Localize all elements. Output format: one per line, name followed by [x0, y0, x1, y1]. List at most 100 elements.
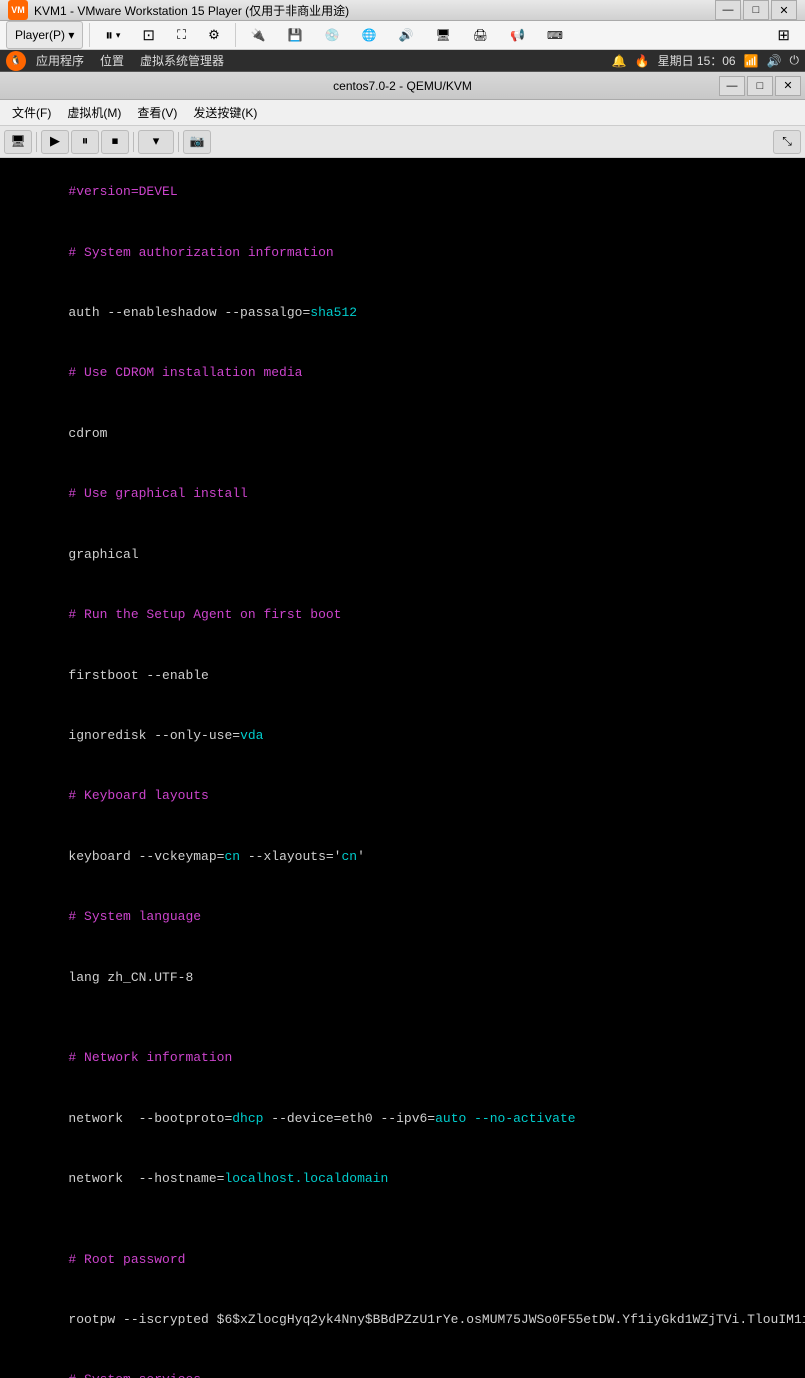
guest-app-menu: 🐧 应用程序 位置 虚拟系统管理器 [6, 50, 230, 71]
kvm-stop-icon: ⏹ [112, 134, 119, 149]
guest-taskbar-right: 🔔 🔥 星期日 15：06 📶 🔊 ⏻ [612, 52, 799, 69]
kvm-resize-btn[interactable]: ⤡ [773, 130, 801, 154]
kvm-resize-icon: ⤡ [782, 135, 792, 149]
vmware-window-controls: — □ ✕ [715, 0, 797, 20]
term-line-1: #version=DEVEL [6, 162, 799, 222]
kvm-toolbar-sep-2 [133, 132, 134, 152]
hdd-btn[interactable]: 💾 [279, 21, 312, 49]
vmware-close-btn[interactable]: ✕ [771, 0, 797, 20]
kvm-maximize-btn[interactable]: □ [747, 76, 773, 96]
kvm-pause-btn[interactable]: ⏸ [71, 130, 99, 154]
network-btn[interactable]: 🌐 [353, 21, 386, 49]
term-text: ignoredisk --only-use= [68, 728, 240, 743]
dvd-btn[interactable]: 💿 [316, 21, 349, 49]
kvm-dropdown-btn[interactable]: ▾ [138, 130, 174, 154]
applications-menu[interactable]: 应用程序 [30, 50, 90, 71]
vm-settings-btn[interactable]: ⚙ [199, 21, 229, 49]
printer-btn[interactable]: 🖨 [464, 21, 497, 49]
network-status-icon: 📶 [744, 54, 759, 68]
vmware-minimize-btn[interactable]: — [715, 0, 741, 20]
term-text: # Run the Setup Agent on first boot [68, 607, 341, 622]
term-text: graphical [68, 547, 138, 562]
kvm-snapshot-btn[interactable]: 📷 [183, 130, 211, 154]
kvm-stop-btn[interactable]: ⏹ [101, 130, 129, 154]
term-line-4: # Use CDROM installation media [6, 343, 799, 403]
display-btn[interactable]: 🖥 [427, 21, 460, 49]
kvm-file-menu[interactable]: 文件(F) [4, 102, 59, 123]
unity-btn[interactable]: ⊞ [768, 21, 799, 49]
kvm-send-key-menu[interactable]: 发送按键(K) [185, 102, 265, 123]
kvm-pause-icon: ⏸ [82, 134, 89, 149]
kvm-view-menu[interactable]: 查看(V) [129, 102, 185, 123]
kvm-window: centos7.0-2 - QEMU/KVM — □ ✕ 文件(F) 虚拟机(M… [0, 72, 805, 1378]
term-text: # Network information [68, 1050, 232, 1065]
hdd-icon: 💾 [288, 28, 303, 42]
vmware-title: KVM1 - VMware Workstation 15 Player (仅用于… [34, 2, 715, 19]
vmware-titlebar: VM KVM1 - VMware Workstation 15 Player (… [0, 0, 805, 21]
pause-dropdown-icon: ▾ [116, 30, 121, 41]
speaker-btn[interactable]: 📢 [501, 21, 534, 49]
term-line-17: network --hostname=localhost.localdomain [6, 1149, 799, 1209]
kvm-vm-menu[interactable]: 虚拟机(M) [59, 102, 129, 123]
pause-btn[interactable]: ⏸ ▾ [96, 21, 129, 49]
term-text: # System services [68, 1372, 201, 1378]
term-text: auth --enableshadow --passalgo= [68, 305, 310, 320]
volume-icon: 🔊 [767, 54, 782, 68]
vmware-maximize-btn[interactable]: □ [743, 0, 769, 20]
term-line-5: cdrom [6, 404, 799, 464]
kvm-monitor-icon: 🖥 [10, 134, 25, 149]
kvm-minimize-btn[interactable]: — [719, 76, 745, 96]
kvm-play-btn[interactable]: ▶ [41, 130, 69, 154]
term-line-16: network --bootproto=dhcp --device=eth0 -… [6, 1088, 799, 1148]
snapshot-icon: ⊡ [142, 26, 155, 44]
places-menu[interactable]: 位置 [94, 50, 130, 71]
snapshot-btn[interactable]: ⊡ [133, 21, 164, 49]
vmware-window: VM KVM1 - VMware Workstation 15 Player (… [0, 0, 805, 689]
printer-icon: 🖨 [473, 28, 488, 42]
ctrl-alt-del-icon: ⌨ [547, 29, 563, 42]
kvm-window-controls: — □ ✕ [719, 76, 801, 96]
term-text: # Use graphical install [68, 486, 247, 501]
term-text: firstboot --enable [68, 668, 208, 683]
vmware-toolbar: Player(P) ▾ ⏸ ▾ ⊡ ⛶ ⚙ 🔌 💾 💿 🌐 🔊 🖥 🖨 📢 ⌨ … [0, 21, 805, 50]
term-text: network --bootproto= [68, 1111, 232, 1126]
fullscreen-btn[interactable]: ⛶ [168, 21, 195, 49]
unity-icon: ⊞ [777, 26, 790, 44]
term-text: cdrom [68, 426, 107, 441]
kvm-dropdown-icon: ▾ [153, 134, 160, 149]
term-line-18: # Root password [6, 1229, 799, 1289]
term-text: lang zh_CN.UTF-8 [68, 970, 193, 985]
term-text: # Use CDROM installation media [68, 365, 302, 380]
player-menu-btn[interactable]: Player(P) ▾ [6, 21, 83, 49]
term-line-8: # Run the Setup Agent on first boot [6, 585, 799, 645]
kvm-play-icon: ▶ [50, 134, 60, 149]
term-line-14: lang zh_CN.UTF-8 [6, 947, 799, 1007]
sound-btn[interactable]: 🔊 [390, 21, 423, 49]
kvm-monitor-btn[interactable]: 🖥 [4, 130, 32, 154]
kvm-snapshot-icon: 📷 [190, 134, 205, 149]
term-line-blank1 [6, 1008, 799, 1028]
term-text: network --hostname= [68, 1171, 224, 1186]
toolbar-separator-2 [235, 23, 236, 47]
term-text: rootpw --iscrypted $6$xZlocgHyq2yk4Nny$B… [68, 1312, 805, 1327]
display-icon: 🖥 [436, 28, 451, 42]
guest-os-icon: 🐧 [6, 51, 26, 71]
dvd-icon: 💿 [325, 28, 340, 42]
term-line-9: firstboot --enable [6, 645, 799, 705]
term-line-12: keyboard --vckeymap=cn --xlayouts='cn' [6, 827, 799, 887]
kvm-menubar: 文件(F) 虚拟机(M) 查看(V) 发送按键(K) [0, 100, 805, 126]
ctrl-alt-del-btn[interactable]: ⌨ [538, 21, 572, 49]
usb-icon: 🔌 [251, 28, 266, 42]
term-text: # Root password [68, 1252, 185, 1267]
terminal-content[interactable]: #version=DEVEL # System authorization in… [0, 158, 805, 1378]
notification-icon: 🔔 [612, 54, 627, 68]
kvm-close-btn[interactable]: ✕ [775, 76, 801, 96]
term-text: #version=DEVEL [68, 184, 177, 199]
virtual-manager-menu[interactable]: 虚拟系统管理器 [134, 50, 230, 71]
term-text: # Keyboard layouts [68, 788, 208, 803]
vm-settings-icon: ⚙ [208, 27, 220, 43]
kvm-toolbar-sep [36, 132, 37, 152]
term-line-20: # System services [6, 1350, 799, 1378]
pause-icon: ⏸ [105, 27, 113, 44]
usb-btn[interactable]: 🔌 [242, 21, 275, 49]
